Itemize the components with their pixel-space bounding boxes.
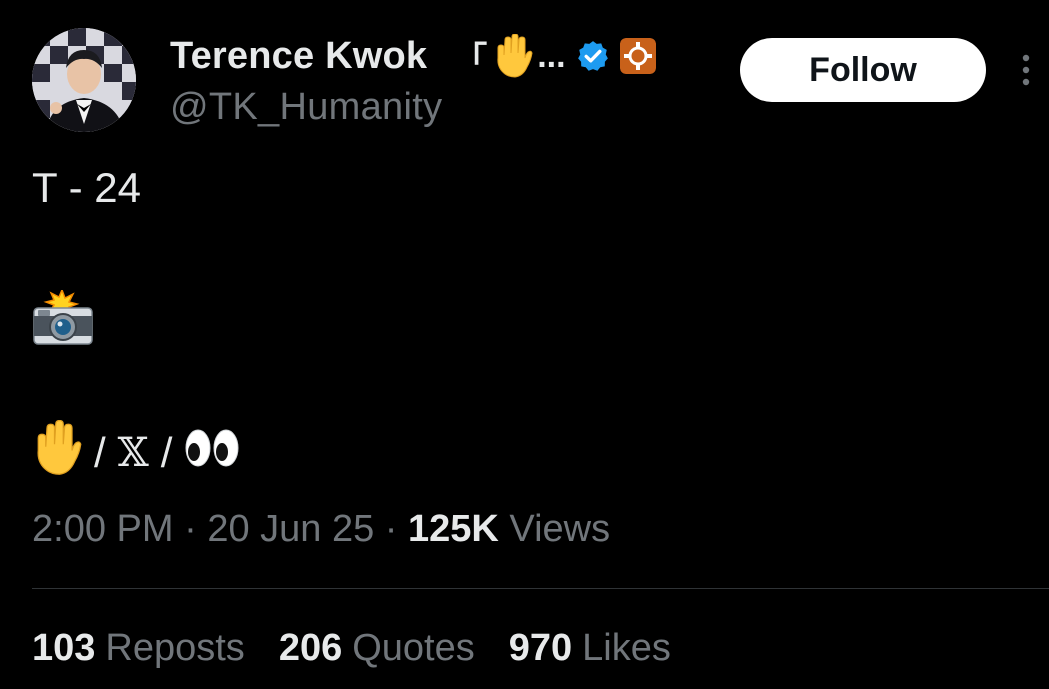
likes-count: 970: [508, 627, 573, 669]
likes-label: Likes: [582, 627, 671, 669]
verified-badge-icon[interactable]: [576, 39, 610, 73]
separator-slash: /: [160, 429, 173, 476]
reposts-count: 103: [32, 627, 96, 669]
reposts-stat[interactable]: 103 Reposts: [32, 627, 245, 670]
avatar-image: [32, 28, 136, 132]
author-info[interactable]: Terence Kwok 「 ... @TK_Humanity: [170, 30, 656, 140]
x-logo-text: 𝕏: [117, 430, 149, 476]
tweet-time[interactable]: 2:00 PM: [32, 508, 174, 550]
avatar[interactable]: [32, 28, 136, 132]
tweet-text-line-1: T - 24: [32, 164, 141, 211]
reposts-label: Reposts: [105, 627, 245, 669]
likes-stat[interactable]: 970 Likes: [509, 627, 671, 670]
meta-separator: ·: [184, 508, 197, 550]
camera-with-flash-emoji: [32, 287, 94, 346]
quotes-stat[interactable]: 206 Quotes: [279, 627, 475, 670]
engagement-stats: 103 Reposts 206 Quotes 970 Likes: [32, 627, 705, 670]
author-handle[interactable]: @TK_Humanity: [170, 86, 656, 129]
separator-slash: /: [94, 429, 106, 476]
views-count: 125K: [408, 508, 499, 550]
tweet-detail: Terence Kwok 「 ... @TK_Humanity Follow T…: [0, 0, 1049, 689]
raised-hand-emoji: [493, 33, 533, 78]
tweet-text-line-3: / 𝕏 /: [32, 419, 240, 486]
views-label: Views: [509, 508, 611, 550]
divider: [32, 588, 1049, 589]
follow-button[interactable]: Follow: [740, 38, 986, 102]
tweet-date[interactable]: 20 Jun 25: [207, 508, 374, 550]
affiliate-badge-icon[interactable]: [619, 38, 656, 74]
tweet-meta: 2:00 PM · 20 Jun 25 · 125K Views: [32, 508, 610, 551]
author-name-row: Terence Kwok 「 ...: [170, 30, 656, 82]
name-suffix-bracket: 「: [453, 40, 488, 79]
quotes-label: Quotes: [352, 627, 475, 669]
author-display-name[interactable]: Terence Kwok: [170, 35, 427, 78]
raised-hand-emoji: [32, 419, 82, 486]
more-options-icon[interactable]: [1014, 50, 1038, 90]
eyes-emoji: [184, 426, 240, 480]
quotes-count: 206: [278, 627, 343, 669]
meta-separator: ·: [384, 508, 398, 550]
name-truncation: ...: [537, 36, 566, 75]
